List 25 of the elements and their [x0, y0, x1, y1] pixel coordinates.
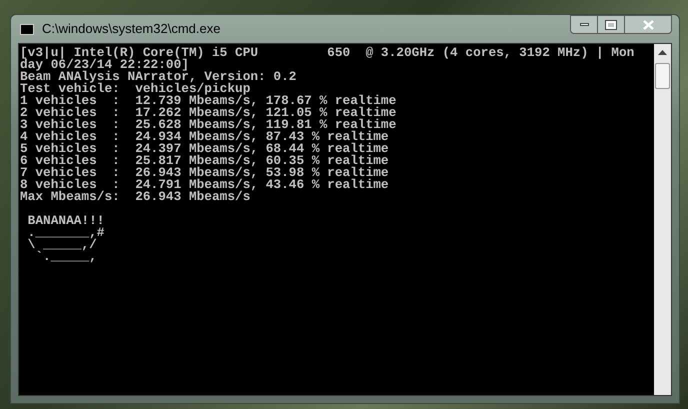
ascii-art-line: \ _____,/: [26, 239, 97, 251]
console-line: 3 vehicles : 25.628 Mbeams/s, 119.81 % realtime: [20, 119, 398, 131]
console-line: 4 vehicles : 24.934 Mbeams/s, 87.43 % realtime: [20, 131, 390, 143]
console-line: 8 vehicles : 24.791 Mbeams/s, 43.46 % realtime: [20, 179, 390, 191]
close-button[interactable]: [625, 15, 672, 34]
console-line: Max Mbeams/s: 26.943 Mbeams/s: [20, 191, 250, 203]
console-line: 2 vehicles : 17.262 Mbeams/s, 121.05 % realtime: [20, 107, 398, 119]
console-line: [v3|u| Intel(R) Core(TM) i5 CPU 650 @ 3.20GHz (4 cores, 3192 MHz) | Mon: [20, 47, 636, 59]
maximize-button[interactable]: [598, 15, 625, 34]
console-line: Beam ANAlysis NArrator, Version: 0.2: [20, 71, 298, 83]
console-line: Test vehicle: vehicles/pickup: [20, 83, 250, 95]
ascii-art-line: ._______,#: [26, 227, 106, 239]
ascii-art-line: `._____,: [34, 251, 98, 263]
close-icon: [642, 20, 654, 30]
console-line: 1 vehicles : 12.739 Mbeams/s, 178.67 % realtime: [20, 95, 398, 107]
window-title: C:\windows\system32\cmd.exe: [42, 20, 220, 38]
scroll-up-icon: [658, 49, 667, 55]
scrollbar-thumb[interactable]: [655, 63, 670, 89]
console-line: 5 vehicles : 24.397 Mbeams/s, 68.44 % realtime: [20, 143, 390, 155]
console-line: day 06/23/14 22:22:00]: [20, 59, 189, 71]
ascii-art-line: BANANAA!!!: [26, 215, 106, 227]
console-line: 6 vehicles : 25.817 Mbeams/s, 60.35 % realtime: [20, 155, 390, 167]
minimize-button[interactable]: [570, 15, 598, 34]
console-line: 7 vehicles : 26.943 Mbeams/s, 53.98 % realtime: [20, 167, 390, 179]
console-icon: [20, 24, 34, 34]
